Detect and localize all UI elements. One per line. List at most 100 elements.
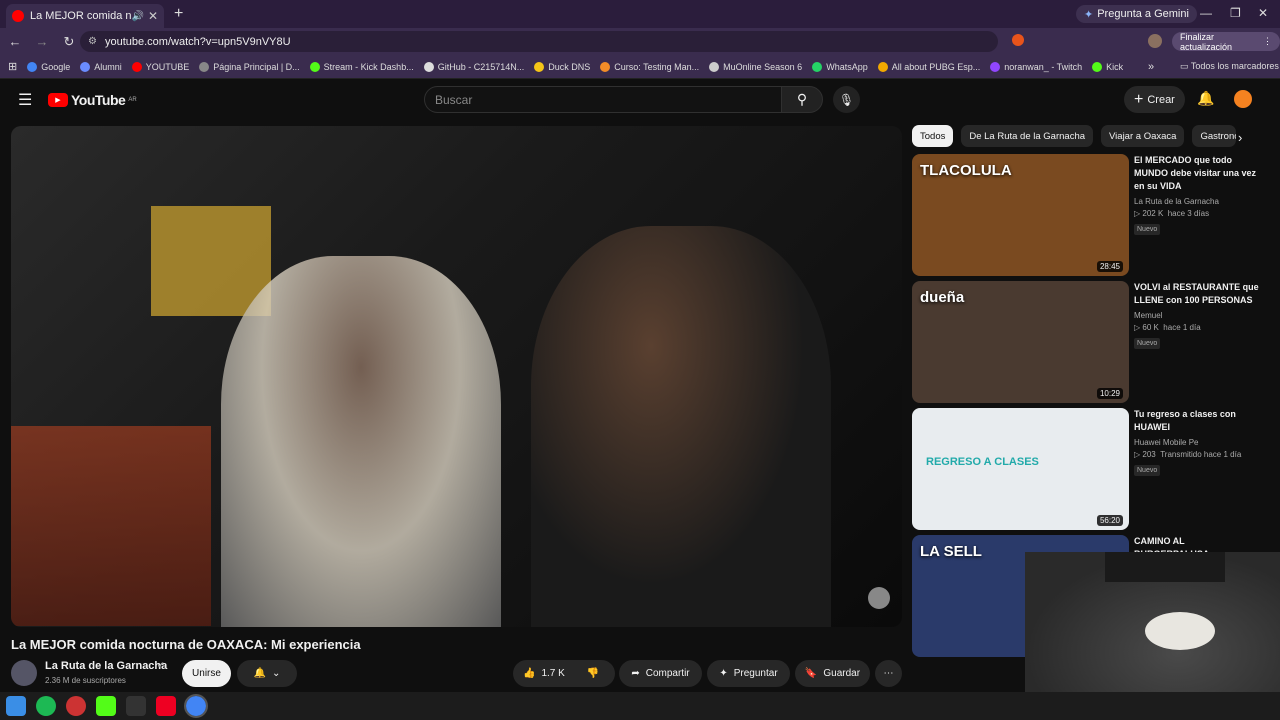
browser-tab[interactable]: La MEJOR comida nocturna 🔊 ✕ xyxy=(6,4,164,28)
url-text: youtube.com/watch?v=upn5V9nVY8U xyxy=(104,35,291,48)
bookmark-label: Google xyxy=(41,61,71,72)
bookmark-icon: 🔖 xyxy=(804,668,818,679)
video-thumbnail[interactable]: dueña 10:29 xyxy=(912,281,1129,403)
all-bookmarks[interactable]: ▭ Todos los marcadores xyxy=(1180,61,1279,72)
new-badge: Nuevo xyxy=(1134,465,1161,476)
save-button[interactable]: 🔖 Guardar xyxy=(795,660,870,687)
thumbnail-text: LA SELL xyxy=(920,543,982,560)
gemini-button[interactable]: ✦ Pregunta a Gemini xyxy=(1076,5,1197,23)
subscription-bell-button[interactable]: 🔔 ⌄ xyxy=(237,660,297,687)
chip[interactable]: Gastrono xyxy=(1192,125,1237,147)
share-button[interactable]: ➦ Compartir xyxy=(619,660,702,687)
chrome-icon[interactable] xyxy=(184,694,208,718)
recommendation-item[interactable]: dueña 10:29 VOLVI al RESTAURANTE que LLE… xyxy=(912,281,1268,403)
search-button[interactable]: ⚲ xyxy=(781,86,823,113)
like-button[interactable]: 👍 1.7 K xyxy=(523,668,565,679)
search-input[interactable]: Buscar xyxy=(424,86,782,113)
avatar[interactable] xyxy=(1148,34,1162,48)
apps-icon[interactable]: ⊞ xyxy=(8,60,17,73)
bookmark-item[interactable]: Google xyxy=(27,61,71,72)
chip[interactable]: De La Ruta de la Garnacha xyxy=(961,125,1094,147)
bookmark-item[interactable]: noranwan_ - Twitch xyxy=(990,61,1082,72)
join-label: Unirse xyxy=(192,668,221,679)
close-window-button[interactable]: ✕ xyxy=(1258,6,1268,20)
share-icon: ➦ xyxy=(631,668,640,679)
mouse-image xyxy=(1145,612,1215,650)
bookmark-favicon-icon xyxy=(812,61,823,72)
bookmark-item[interactable]: All about PUBG Esp... xyxy=(877,61,980,72)
channel-watermark-icon[interactable] xyxy=(868,587,890,609)
more-actions-button[interactable]: ⋯ xyxy=(875,660,902,687)
bookmark-item[interactable]: WhatsApp xyxy=(812,61,868,72)
kick-icon[interactable] xyxy=(96,696,116,716)
extension-icon[interactable] xyxy=(1012,34,1024,46)
url-field[interactable]: ⚙ youtube.com/watch?v=upn5V9nVY8U xyxy=(80,31,998,52)
video-duration: 28:45 xyxy=(1096,261,1123,272)
keyboard-image xyxy=(1105,552,1225,582)
minimize-button[interactable]: — xyxy=(1200,6,1212,20)
recommendation-channel[interactable]: Huawei Mobile Pe xyxy=(1134,438,1264,447)
voice-search-button[interactable]: 🎙 xyxy=(833,86,860,113)
bookmark-favicon-icon xyxy=(1092,61,1103,72)
recommendation-title[interactable]: Tu regreso a clases con HUAWEI xyxy=(1134,408,1264,434)
youtube-logo[interactable]: ▶ YouTube AR xyxy=(48,92,137,108)
start-icon[interactable] xyxy=(6,696,26,716)
chip[interactable]: Todos xyxy=(912,125,954,147)
bookmark-label: Página Principal | D... xyxy=(213,61,300,72)
bookmark-item[interactable]: Alumni xyxy=(80,61,122,72)
notifications-bell-icon[interactable]: 🔔 xyxy=(1197,90,1214,107)
chevron-right-icon[interactable]: › xyxy=(1238,130,1242,145)
recommendation-channel[interactable]: La Ruta de la Garnacha xyxy=(1134,197,1264,206)
recommendation-item[interactable]: REGRESO A CLASES 56:20 Tu regreso a clas… xyxy=(912,408,1268,530)
terminal-icon[interactable] xyxy=(126,696,146,716)
forward-icon[interactable]: → xyxy=(30,34,54,49)
site-info-icon[interactable]: ⚙ xyxy=(88,36,97,47)
avatar[interactable] xyxy=(1234,90,1252,108)
app-icon[interactable] xyxy=(156,696,176,716)
more-bookmarks-icon[interactable]: » xyxy=(1148,61,1154,73)
recommendation-title[interactable]: El MERCADO que todo MUNDO debe visitar u… xyxy=(1134,154,1264,193)
maximize-button[interactable]: ❐ xyxy=(1230,6,1241,20)
bookmark-item[interactable]: GitHub - C215714N... xyxy=(423,61,524,72)
gemini-label: Pregunta a Gemini xyxy=(1097,8,1189,20)
audio-icon[interactable]: 🔊 xyxy=(131,11,143,22)
recommendation-item[interactable]: TLACOLULA 28:45 El MERCADO que todo MUND… xyxy=(912,154,1268,276)
create-button[interactable]: + Crear xyxy=(1124,86,1185,113)
video-player[interactable] xyxy=(11,126,902,627)
new-tab-button[interactable]: + xyxy=(174,5,183,23)
view-count: 203 xyxy=(1142,450,1156,459)
save-label: Guardar xyxy=(823,668,861,679)
recommendation-title[interactable]: VOLVI al RESTAURANTE que LLENE con 100 P… xyxy=(1134,281,1264,307)
bookmark-item[interactable]: MuOnline Season 6 xyxy=(709,61,802,72)
video-thumbnail[interactable]: REGRESO A CLASES 56:20 xyxy=(912,408,1129,530)
join-button[interactable]: Unirse xyxy=(182,660,231,687)
like-count: 1.7 K xyxy=(541,668,565,679)
more-icon: ⋯ xyxy=(883,668,894,679)
gemini-icon: ✦ xyxy=(1084,8,1094,21)
bookmark-item[interactable]: Duck DNS xyxy=(534,61,590,72)
share-label: Compartir xyxy=(645,668,690,679)
bookmark-item[interactable]: Kick xyxy=(1092,61,1123,72)
youtube-favicon-icon xyxy=(12,10,24,22)
update-button[interactable]: Finalizar actualización ⋮ xyxy=(1172,32,1280,52)
video-thumbnail[interactable]: TLACOLULA 28:45 xyxy=(912,154,1129,276)
spotify-icon[interactable] xyxy=(36,696,56,716)
channel-name[interactable]: La Ruta de la Garnacha xyxy=(45,660,167,672)
close-tab-icon[interactable]: ✕ xyxy=(148,9,158,23)
ask-button[interactable]: ✦ Preguntar xyxy=(707,660,790,687)
channel-avatar[interactable] xyxy=(11,660,37,686)
bookmark-item[interactable]: Curso: Testing Man... xyxy=(600,61,699,72)
dislike-button[interactable]: 👎 xyxy=(587,668,599,679)
bookmark-item[interactable]: YOUTUBE xyxy=(131,61,189,72)
recommendation-channel[interactable]: Memuel xyxy=(1134,311,1264,320)
reload-icon[interactable]: ↻ xyxy=(57,34,81,50)
bookmark-favicon-icon xyxy=(309,61,320,72)
chip[interactable]: Viajar a Oaxaca xyxy=(1101,125,1185,147)
bookmark-item[interactable]: Página Principal | D... xyxy=(199,61,300,72)
bookmark-item[interactable]: Stream - Kick Dashb... xyxy=(309,61,414,72)
thumbs-up-icon: 👍 xyxy=(523,668,536,679)
app-icon[interactable] xyxy=(66,696,86,716)
back-icon[interactable]: ← xyxy=(3,34,27,49)
hamburger-menu-icon[interactable]: ☰ xyxy=(18,90,32,110)
bookmark-label: Alumni xyxy=(94,61,122,72)
